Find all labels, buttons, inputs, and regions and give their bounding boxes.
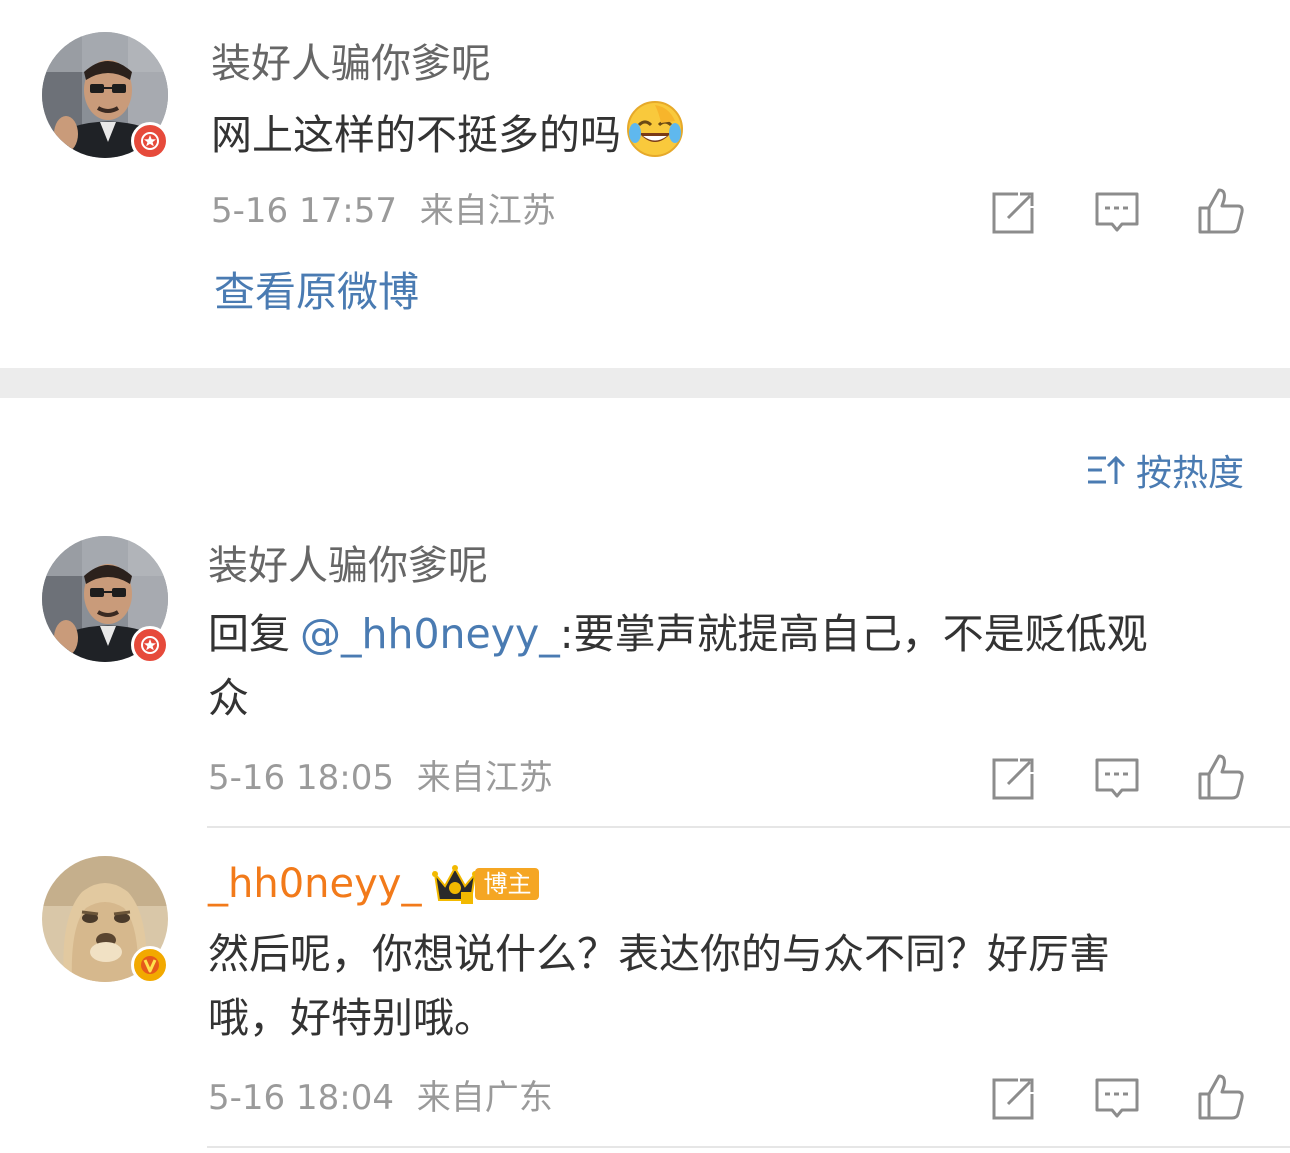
repost-icon[interactable] <box>988 188 1038 238</box>
comment-icon[interactable] <box>1092 1074 1142 1124</box>
comment-line-1: 回复 @_hh0neyy_:要掌声就提高自己，不是贬低观 <box>208 602 1238 666</box>
comment-location: 来自江苏 <box>416 758 553 798</box>
post-location: 来自江苏 <box>419 191 556 231</box>
like-icon[interactable] <box>1196 186 1246 236</box>
comment-icon[interactable] <box>1092 188 1142 238</box>
section-divider <box>0 368 1290 398</box>
sort-icon <box>1086 452 1126 488</box>
sort-by-hot-button[interactable]: 按热度 <box>1086 444 1244 496</box>
comment-text: 然后呢，你想说什么？表达你的与众不同？好厉害 哦，好特别哦。 <box>208 922 1238 1050</box>
post-meta: 5-16 17:57 来自江苏 <box>211 194 556 228</box>
view-original-link[interactable]: 查看原微博 <box>214 272 419 313</box>
comment-meta: 5-16 18:05 来自江苏 <box>208 761 553 795</box>
sort-label: 按热度 <box>1136 453 1245 494</box>
repost-icon[interactable] <box>988 754 1038 804</box>
like-icon[interactable] <box>1196 752 1246 802</box>
post-time: 5-16 17:57 <box>211 191 397 231</box>
post-text-body: 网上这样的不挺多的吗 <box>211 111 621 159</box>
repost-icon[interactable] <box>988 1074 1038 1124</box>
comment-username[interactable]: 装好人骗你爹呢 <box>208 546 488 586</box>
crown-icon <box>431 862 479 906</box>
comment-line-1-text: :要掌声就提高自己，不是贬低观 <box>559 610 1148 658</box>
comment-time: 5-16 18:05 <box>208 758 394 798</box>
comment-line-2: 哦，好特别哦。 <box>208 994 495 1042</box>
mention-link[interactable]: @_hh0neyy_ <box>300 610 560 658</box>
comment-meta: 5-16 18:04 来自广东 <box>208 1081 553 1115</box>
reply-prefix: 回复 <box>208 610 290 658</box>
comment-text: 回复 @_hh0neyy_:要掌声就提高自己，不是贬低观 众 <box>208 602 1238 730</box>
post-username[interactable]: 装好人骗你爹呢 <box>211 44 491 84</box>
blogger-tag: 博主 <box>475 868 540 900</box>
post-text: 网上这样的不挺多的吗 <box>211 99 1241 177</box>
verified-badge-icon <box>131 122 169 160</box>
comment-location: 来自广东 <box>416 1078 553 1118</box>
comment-divider <box>207 1146 1290 1148</box>
like-icon[interactable] <box>1196 1072 1246 1122</box>
verified-badge-icon <box>131 626 169 664</box>
comment-time: 5-16 18:04 <box>208 1078 394 1118</box>
comment-line-2: 众 <box>208 674 249 722</box>
comment-divider <box>207 826 1290 828</box>
comment-icon[interactable] <box>1092 754 1142 804</box>
comment-username-row: _hh0neyy_ 博主 <box>208 862 540 906</box>
comment-line-1: 然后呢，你想说什么？表达你的与众不同？好厉害 <box>208 930 1110 978</box>
comment-username[interactable]: _hh0neyy_ <box>208 864 421 904</box>
laugh-cry-emoji-icon <box>625 99 685 177</box>
vip-badge-icon <box>131 946 169 984</box>
